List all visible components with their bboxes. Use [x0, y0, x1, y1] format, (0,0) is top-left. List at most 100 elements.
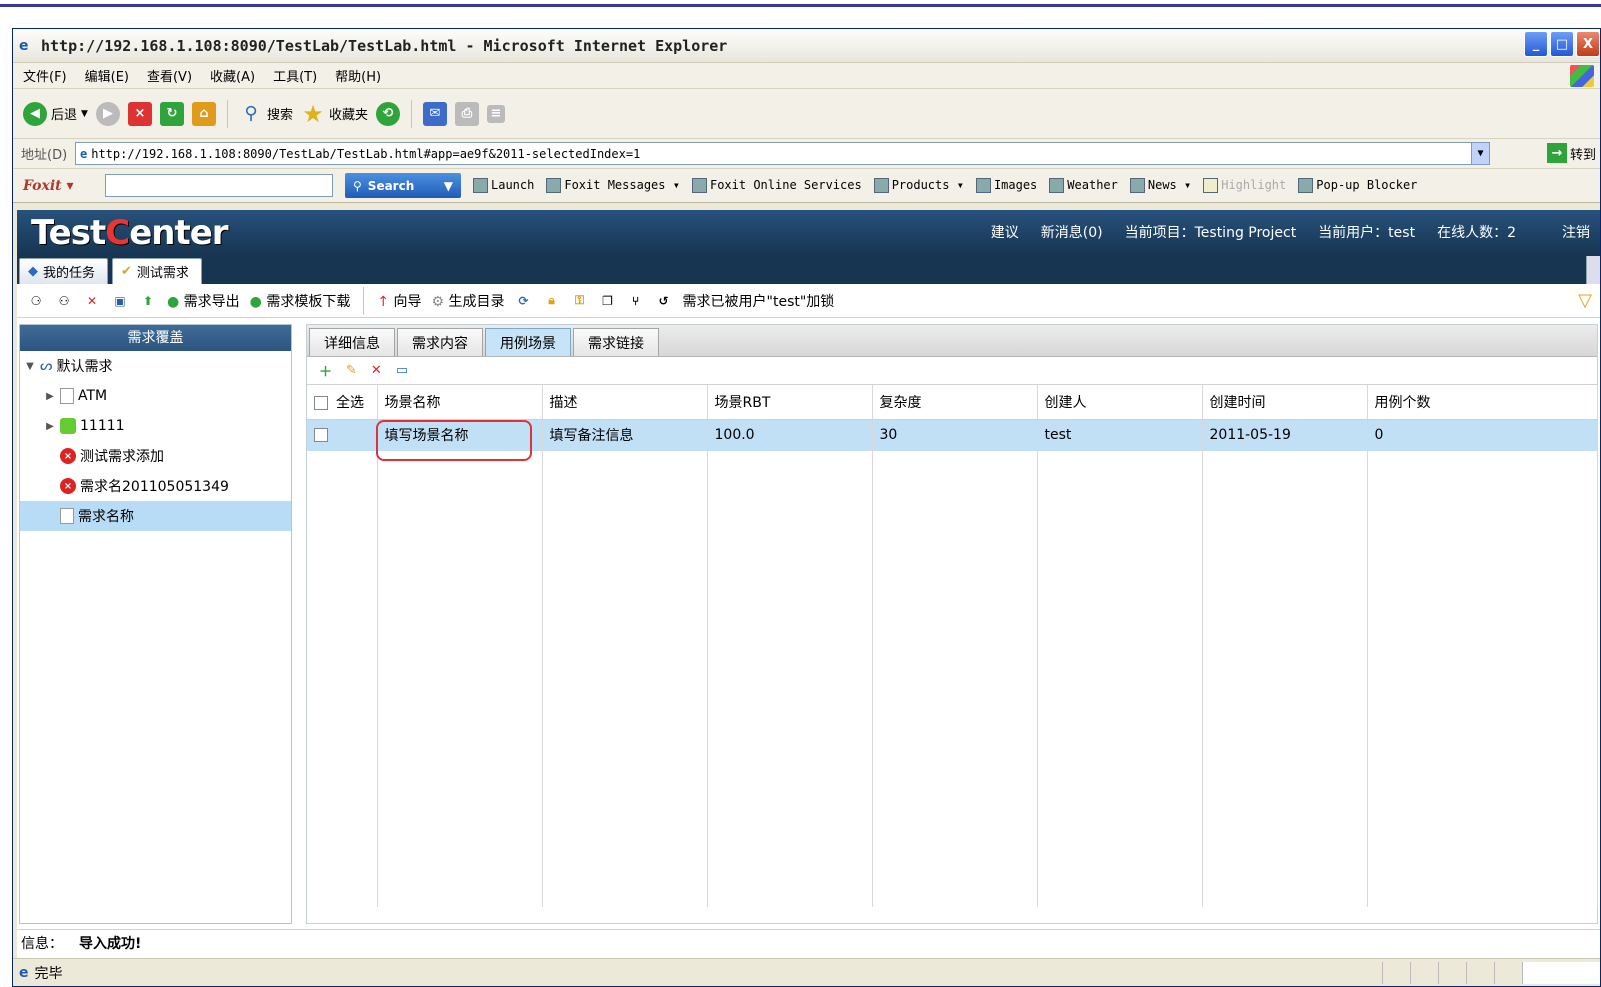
print-button[interactable]: ⎙ [454, 101, 479, 126]
wizard-button[interactable]: ↑ 向导 [377, 291, 421, 311]
check-document-icon [60, 418, 76, 434]
expand-icon[interactable]: ⚆ [27, 292, 45, 310]
template-download-button[interactable]: ● 需求模板下载 [250, 291, 351, 311]
foxit-logo[interactable]: Foxit ▾ [23, 178, 93, 194]
column-header[interactable]: 创建时间 [1202, 385, 1368, 420]
forward-button[interactable]: ▶ [95, 101, 120, 126]
search-button[interactable]: ⚲ 搜索 [239, 102, 293, 126]
go-arrow-icon: → [1546, 143, 1567, 163]
column-header[interactable]: 用例个数 [1367, 385, 1598, 420]
tree-node-selected[interactable]: 需求名称 [20, 501, 291, 531]
page-icon: e [19, 964, 29, 981]
menu-favorites[interactable]: 收藏(A) [210, 66, 255, 85]
complexity-cell: 30 [872, 419, 1038, 451]
undo-icon[interactable]: ↺ [655, 292, 673, 310]
foxit-weather[interactable]: Weather [1049, 178, 1118, 193]
go-button[interactable]: → 转到 [1546, 143, 1596, 163]
foxit-highlight[interactable]: Highlight [1203, 178, 1286, 193]
tab-content[interactable]: 需求内容 [397, 328, 483, 356]
foxit-messages[interactable]: Foxit Messages ▾ [546, 178, 680, 193]
save-icon[interactable]: ▣ [111, 292, 129, 310]
menu-tools[interactable]: 工具(T) [273, 66, 317, 85]
tab-use-case-scenario[interactable]: 用例场景 [485, 328, 571, 356]
column-header[interactable]: 场景RBT [707, 385, 873, 420]
column-header[interactable]: 描述 [542, 385, 708, 420]
stop-button[interactable]: × [127, 101, 152, 126]
testcenter-logo: TestCenter [31, 213, 229, 253]
foxit-online-services[interactable]: Foxit Online Services [691, 178, 862, 193]
menu-edit[interactable]: 编辑(E) [85, 66, 129, 85]
close-button[interactable]: X [1576, 31, 1600, 57]
history-button[interactable]: ⟲ [375, 101, 400, 126]
search-icon: ⚲ [353, 178, 362, 193]
column-header[interactable]: 场景名称 [377, 385, 543, 420]
home-button[interactable]: ⌂ [191, 101, 216, 126]
ie-window: e http://192.168.1.108:8090/TestLab/Test… [12, 28, 1601, 987]
monitor-icon[interactable]: ▭ [396, 363, 408, 378]
table-row[interactable]: 填写场景名称 填写备注信息 100.0 30 test 2011-05-19 0 [307, 419, 1598, 451]
logout-link[interactable]: 注销 [1562, 222, 1590, 242]
tree-node-atm[interactable]: ▶ ATM [20, 381, 291, 411]
foxit-launch[interactable]: Launch [473, 178, 534, 193]
directory-icon: ⚙ [431, 293, 445, 310]
scenario-name-cell[interactable]: 填写场景名称 [377, 419, 543, 451]
tab-test-requirements[interactable]: ✔ 测试需求 [112, 258, 202, 284]
foxit-search-button[interactable]: ⚲ Search ▼ [345, 173, 461, 198]
foxit-images[interactable]: Images [975, 178, 1037, 193]
collapse-icon[interactable]: ⚇ [55, 292, 73, 310]
export-button[interactable]: ● 需求导出 [167, 291, 240, 311]
branch-icon[interactable]: ⑂ [627, 292, 645, 310]
tree-node-root[interactable]: ▼ ᔕ 默认需求 [20, 351, 291, 381]
foxit-search-input[interactable] [105, 174, 333, 197]
tab-requirement-links[interactable]: 需求链接 [573, 328, 659, 356]
online-services-icon [691, 178, 707, 193]
favorites-button[interactable]: ★ 收藏夹 [301, 100, 368, 128]
delete-icon[interactable]: ✕ [83, 292, 101, 310]
address-text: http://192.168.1.108:8090/TestLab/TestLa… [91, 146, 641, 161]
document-icon [60, 388, 74, 404]
tree-node-add[interactable]: × 测试需求添加 [20, 441, 291, 471]
refresh-button[interactable]: ↻ [159, 101, 184, 126]
foxit-news[interactable]: News ▾ [1129, 178, 1191, 193]
foxit-popup-blocker[interactable]: Pop-up Blocker [1298, 178, 1417, 193]
tree-panel-title: 需求覆盖 [20, 325, 291, 351]
suggest-link[interactable]: 建议 [991, 222, 1019, 242]
edit-icon[interactable]: ✎ [346, 363, 357, 378]
tree-node-11111[interactable]: ▶ 11111 [20, 411, 291, 441]
maximize-button[interactable]: □ [1550, 31, 1574, 57]
back-button[interactable]: ◀ 后退 ▼ [23, 101, 88, 126]
import-icon[interactable]: ⬆ [139, 292, 157, 310]
menu-view[interactable]: 查看(V) [147, 66, 192, 85]
sync-icon[interactable]: ⟳ [515, 292, 533, 310]
requirements-tree-panel: 需求覆盖 ▼ ᔕ 默认需求 ▶ ATM ▶ 11111 × 测试需求添加 × 需求名2011… [19, 324, 292, 924]
select-all-header[interactable]: 全选 [307, 385, 378, 420]
foxit-products[interactable]: Products ▾ [873, 178, 964, 193]
new-messages-link[interactable]: 新消息(0) [1041, 222, 1103, 242]
select-all-checkbox[interactable] [314, 395, 328, 410]
current-user: 当前用户：test [1318, 225, 1416, 241]
row-checkbox[interactable] [314, 428, 328, 443]
column-header[interactable]: 创建人 [1037, 385, 1203, 420]
delete-icon[interactable]: ✕ [371, 363, 382, 378]
unlock-icon[interactable]: ⚿ [571, 292, 589, 310]
generate-directory-button[interactable]: ⚙ 生成目录 [432, 291, 505, 311]
menu-help[interactable]: 帮助(H) [335, 66, 381, 85]
address-input[interactable]: e http://192.168.1.108:8090/TestLab/Test… [75, 142, 1490, 165]
column-header[interactable]: 复杂度 [872, 385, 1038, 420]
tree-node-201105051349[interactable]: × 需求名201105051349 [20, 471, 291, 501]
mail-button[interactable]: ✉ [422, 101, 447, 126]
lock-icon[interactable]: 🔒︎ [543, 292, 561, 310]
wizard-icon: ↑ [377, 293, 390, 310]
filter-icon[interactable]: ▽ [1578, 290, 1592, 311]
menu-file[interactable]: 文件(F) [23, 66, 67, 85]
requirements-toolbar: ⚆ ⚇ ✕ ▣ ⬆ ● 需求导出 ● 需求模板下载 ↑ 向导 ⚙ 生成目录 ⟳ … [17, 284, 1600, 318]
edit-button[interactable]: ≡ [486, 104, 505, 123]
tab-scroll-button[interactable] [1586, 256, 1600, 284]
tab-details[interactable]: 详细信息 [309, 328, 395, 356]
created-time-cell: 2011-05-19 [1202, 419, 1368, 451]
new-doc-icon[interactable]: ❐ [599, 292, 617, 310]
minimize-button[interactable]: _ [1524, 31, 1548, 57]
tab-my-tasks[interactable]: ◆ 我的任务 [19, 258, 109, 284]
add-icon[interactable]: ＋ [319, 361, 332, 380]
address-dropdown[interactable]: ▼ [1471, 143, 1489, 164]
